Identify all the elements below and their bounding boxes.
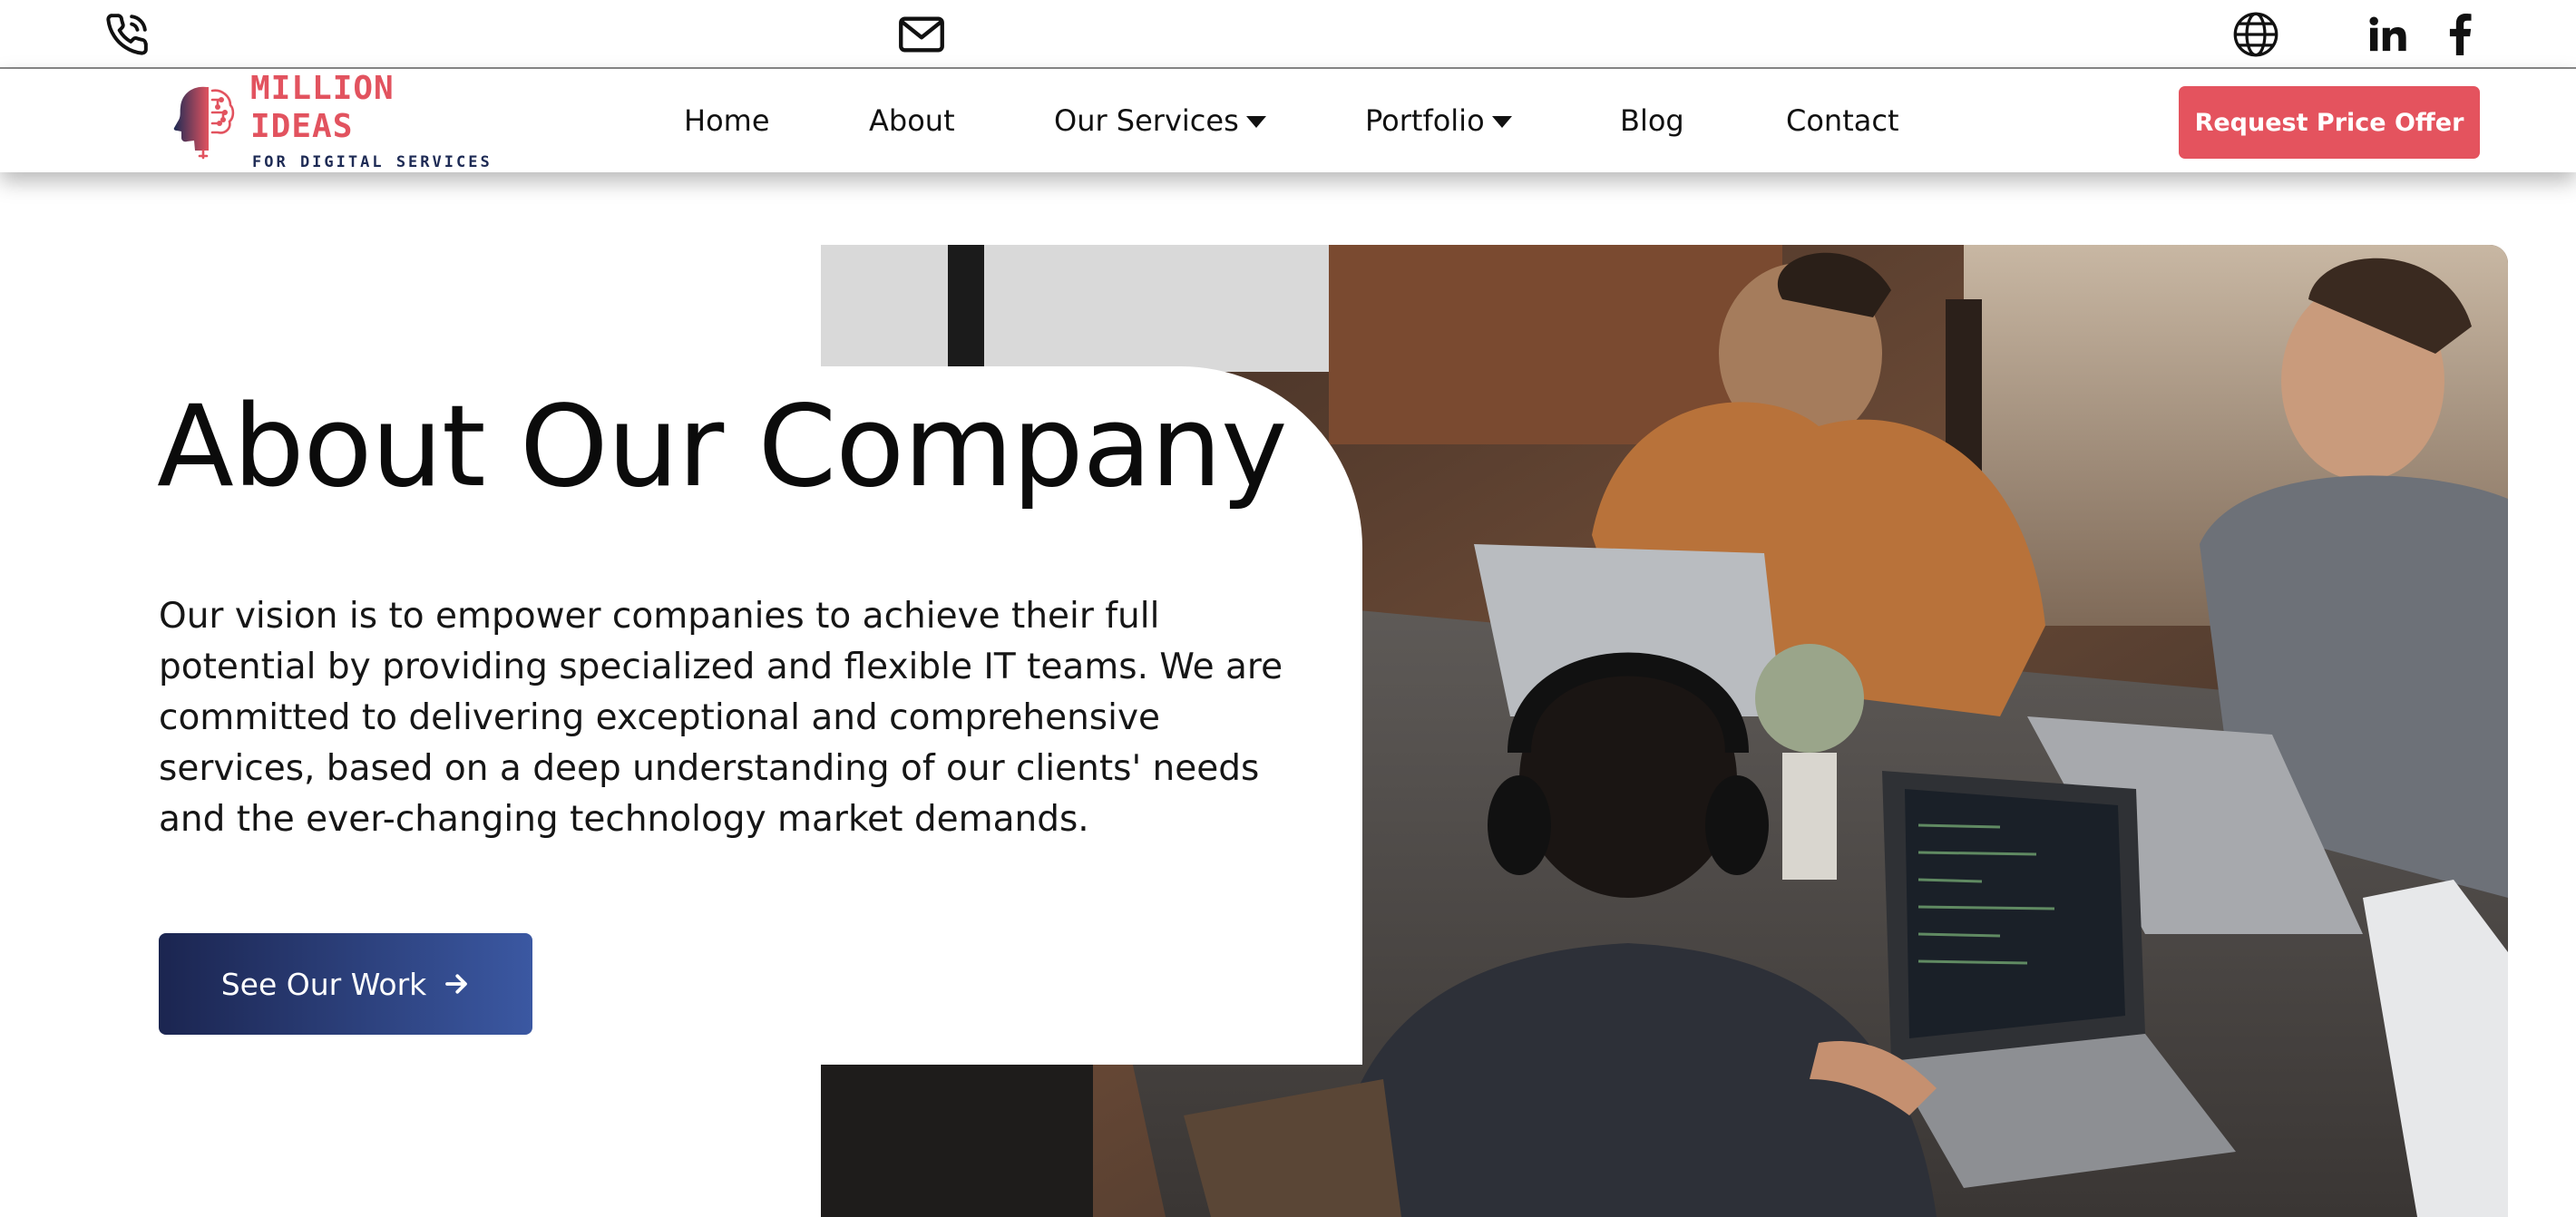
linkedin-icon[interactable] <box>2365 11 2412 58</box>
brand-subtitle: FOR DIGITAL SERVICES <box>252 153 493 171</box>
nav-item-contact[interactable]: Contact <box>1786 103 1899 138</box>
caret-down-icon <box>1245 115 1266 128</box>
main-navbar: MILLION IDEAS FOR DIGITAL SERVICES Home … <box>0 69 2576 172</box>
see-our-work-label: See Our Work <box>220 966 427 1002</box>
nav-item-label: Home <box>684 103 770 138</box>
nav-item-portfolio[interactable]: Portfolio <box>1365 103 1512 138</box>
arrow-right-icon <box>443 970 470 998</box>
nav-item-label: Portfolio <box>1365 103 1485 138</box>
phone-icon[interactable] <box>103 11 151 58</box>
hero-description: Our vision is to empower companies to ac… <box>159 596 1283 840</box>
top-utility-bar <box>0 0 2576 69</box>
nav-item-blog[interactable]: Blog <box>1620 103 1684 138</box>
brand-logo[interactable]: MILLION IDEAS FOR DIGITAL SERVICES <box>172 70 490 171</box>
nav-item-home[interactable]: Home <box>684 103 770 138</box>
request-price-offer-button[interactable]: Request Price Offer <box>2179 86 2480 159</box>
nav-item-label: Our Services <box>1054 103 1239 138</box>
brand-title: MILLION IDEAS <box>250 70 395 145</box>
caret-down-icon <box>1491 115 1512 128</box>
nav-item-about[interactable]: About <box>869 103 955 138</box>
globe-icon[interactable] <box>2232 11 2279 58</box>
nav-item-label: Blog <box>1620 103 1684 138</box>
facebook-icon[interactable] <box>2436 11 2483 58</box>
nav-item-our-services[interactable]: Our Services <box>1054 103 1266 138</box>
see-our-work-button[interactable]: See Our Work <box>159 933 532 1035</box>
nav-item-label: About <box>869 103 955 138</box>
page-title: About Our Company <box>157 382 1288 512</box>
nav-item-label: Contact <box>1786 103 1899 138</box>
brain-head-logo-icon <box>172 80 236 161</box>
mail-icon[interactable] <box>898 11 945 58</box>
